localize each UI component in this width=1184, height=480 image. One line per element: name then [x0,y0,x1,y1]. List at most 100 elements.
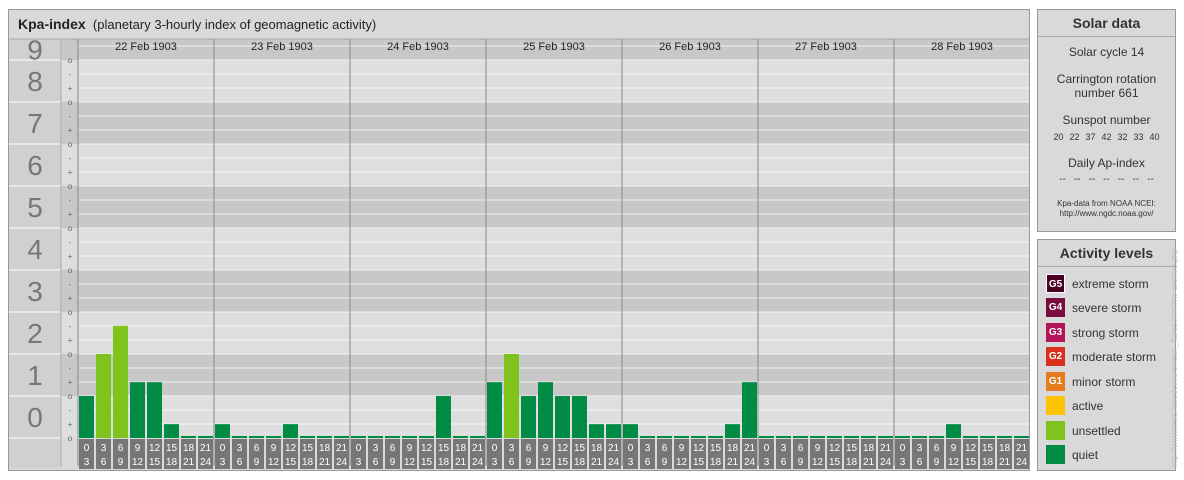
kp-bar [572,396,587,438]
minor-tick-label: + [68,168,73,177]
interval-end: 3 [492,457,498,468]
kp-bar [657,436,672,438]
interval-end: 9 [118,457,124,468]
interval-start: 0 [900,443,906,454]
interval-start: 9 [543,443,549,454]
sunspot-value: 33 [1133,132,1144,142]
day-label: 26 Feb 1903 [659,41,721,53]
interval-start: 6 [390,443,396,454]
interval-end: 12 [812,457,824,468]
level-label: unsettled [1072,423,1121,438]
level-g3: G3 strong storm [1046,323,1139,342]
level-g2: G2 moderate storm [1046,347,1156,366]
interval-start: 9 [271,443,277,454]
kp-bar [912,436,927,438]
carrington-rotation: Carrington rotation number 661 [1038,72,1175,100]
interval-end: 3 [220,457,226,468]
day-label: 28 Feb 1903 [931,41,993,53]
band-row [9,270,1029,312]
day-label: 23 Feb 1903 [251,41,313,53]
sunspot-value: 42 [1101,132,1112,142]
kp-bar [827,436,842,438]
interval-start: 9 [815,443,821,454]
interval-end: 6 [237,457,243,468]
interval-end: 24 [880,457,892,468]
kp-bar [181,436,196,438]
activity-levels-panel: Activity levels G5 extreme storm G4 seve… [1037,239,1176,471]
source-line-1: Kpa-data from NOAA NCEI: [1057,199,1156,208]
interval-end: 18 [982,457,994,468]
activity-levels-title: Activity levels [1038,240,1175,267]
source-link[interactable]: http://www.ngdc.noaa.gov/ [1060,209,1154,218]
unsettled-swatch [1046,421,1065,440]
sunspot-value: 37 [1085,132,1096,142]
kp-bar [470,436,485,438]
kp-bar [147,382,162,438]
interval-start: 12 [421,443,433,454]
minor-tick-label: o [68,434,73,443]
interval-end: 18 [302,457,314,468]
level-label: minor storm [1072,374,1136,389]
minor-tick-label: + [68,84,73,93]
interval-end: 9 [934,457,940,468]
interval-start: 12 [285,443,297,454]
minor-tick-label: + [68,420,73,429]
interval-start: 6 [118,443,124,454]
interval-start: 21 [608,443,620,454]
kp-bar [317,436,332,438]
kp-bar [555,396,570,438]
interval-start: 6 [798,443,804,454]
sunspot-value: 22 [1069,132,1080,142]
interval-start: 18 [183,443,195,454]
interval-end: 24 [744,457,756,468]
band-row [9,144,1029,186]
level-label: severe storm [1072,300,1142,315]
interval-start: 3 [373,443,379,454]
interval-start: 21 [880,443,892,454]
interval-end: 21 [183,457,195,468]
interval-start: 21 [336,443,348,454]
kp-bar [946,424,961,438]
minor-tick-label: - [69,322,72,331]
kpa-bar-chart: 0123456789o+-o+-o+-o+-o+-o+-o+-o+-o+-o22… [9,35,1029,469]
minor-tick-label: o [68,140,73,149]
level-label: extreme storm [1072,276,1149,291]
day-label: 25 Feb 1903 [523,41,585,53]
interval-end: 12 [948,457,960,468]
y-tick-label: 2 [27,318,43,349]
solar-data-title: Solar data [1038,10,1175,37]
interval-start: 15 [438,443,450,454]
kp-bar [793,436,808,438]
minor-tick-label: o [68,266,73,275]
ap-index-values: -- -- -- -- -- -- -- [1038,174,1175,185]
minor-tick-label: - [69,70,72,79]
interval-end: 18 [574,457,586,468]
day-label: 27 Feb 1903 [795,41,857,53]
interval-start: 3 [237,443,243,454]
level-quiet: quiet [1046,445,1098,464]
ap-value: -- [1073,174,1081,185]
interval-start: 3 [917,443,923,454]
interval-end: 9 [662,457,668,468]
kp-bar [419,436,434,438]
interval-end: 18 [166,457,178,468]
level-label: moderate storm [1072,349,1157,364]
interval-start: 3 [645,443,651,454]
day-label: 24 Feb 1903 [387,41,449,53]
interval-end: 3 [764,457,770,468]
minor-tick-label: o [68,182,73,191]
level-g5: G5 extreme storm [1046,274,1149,293]
watermark: http://www.tesis.lebedev.ru/en/sun_flare… [1170,248,1179,468]
minor-tick-label: - [69,154,72,163]
interval-start: 6 [526,443,532,454]
y-tick-label: 6 [27,150,43,181]
kp-bar [368,436,383,438]
kp-bar [810,436,825,438]
interval-end: 12 [676,457,688,468]
interval-end: 9 [798,457,804,468]
interval-start: 6 [254,443,260,454]
band-row [9,60,1029,102]
interval-end: 15 [693,457,705,468]
interval-end: 21 [591,457,603,468]
kp-bar [980,436,995,438]
